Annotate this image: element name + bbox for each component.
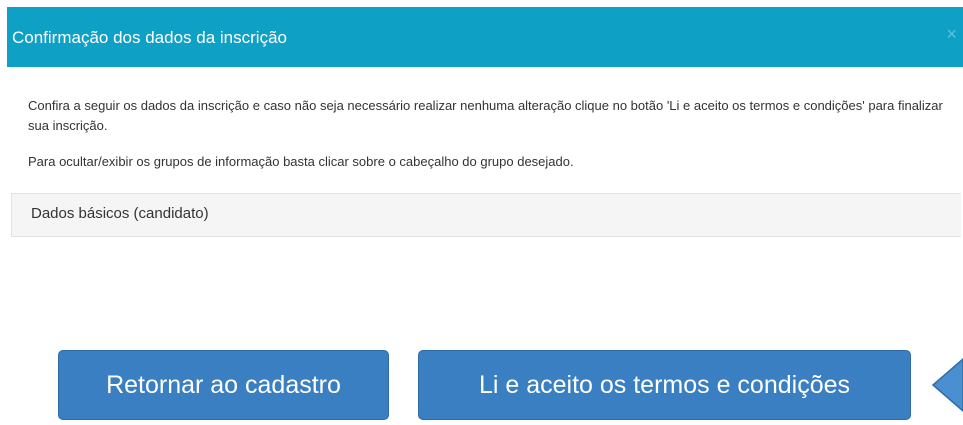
- group-header-dados-basicos[interactable]: Dados básicos (candidato): [11, 193, 961, 237]
- return-to-registration-button[interactable]: Retornar ao cadastro: [58, 350, 389, 420]
- instructions-text: Confira a seguir os dados da inscrição e…: [28, 98, 943, 133]
- arrow-pointer-icon: [931, 358, 963, 412]
- group-title: Dados básicos (candidato): [31, 205, 209, 222]
- close-icon[interactable]: ×: [946, 24, 957, 44]
- accept-terms-button[interactable]: Li e aceito os termos e condições: [418, 350, 911, 420]
- toggle-hint-text: Para ocultar/exibir os grupos de informa…: [28, 154, 574, 169]
- modal-title: Confirmação dos dados da inscrição: [12, 28, 287, 47]
- modal-header: Confirmação dos dados da inscrição ×: [7, 7, 963, 67]
